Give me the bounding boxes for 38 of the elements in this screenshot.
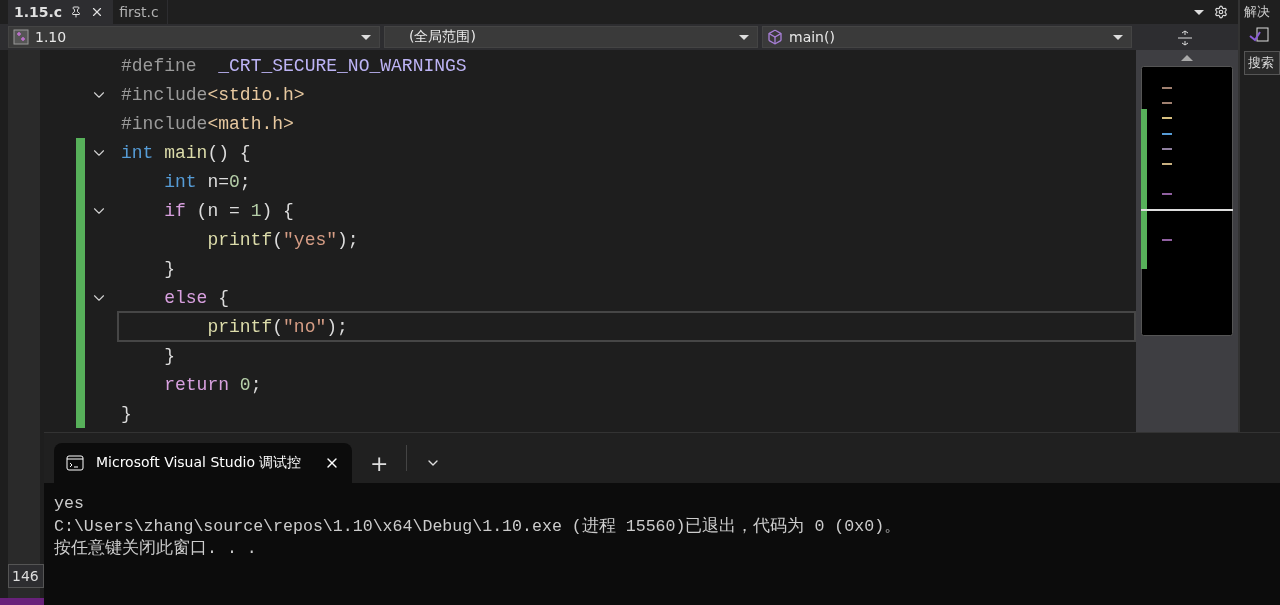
code-line: #include<math.h> [120,112,295,136]
terminal-icon [66,455,84,471]
code-line: } [120,402,133,426]
scope-dropdown[interactable]: (全局范围) [384,26,758,48]
code-line: if (n = 1) { [163,199,295,223]
cube-icon [767,29,783,45]
zoom-level[interactable]: 146 [8,564,44,588]
scroll-up-icon[interactable] [1181,54,1193,62]
minimap-drawing[interactable] [1141,66,1233,336]
caret-icon [361,34,371,40]
code-line: return 0; [163,373,263,397]
project-icon [13,29,29,45]
code-line: } [163,344,176,368]
code-line: int n=0; [163,170,252,194]
console-output-line: C:\Users\zhang\source\repos\1.10\x64\Debug\1.10.exe (进程 15560)已退出，代码为 0 (0x0)。 [54,515,903,538]
code-line: #include<stdio.h> [120,83,306,107]
solution-icon[interactable] [1248,27,1270,45]
code-line: #define _CRT_SECURE_NO_WARNINGS [120,54,468,78]
console-tab[interactable]: Microsoft Visual Studio 调试控 [54,443,352,483]
caret-icon [739,34,749,40]
code-line: } [163,257,176,281]
code-line: int main() { [120,141,252,165]
settings-icon[interactable] [1214,5,1228,19]
dropdown-caret-icon[interactable] [1194,9,1204,15]
console-output-line: yes [54,493,85,515]
search-field[interactable]: 搜索 [1244,51,1280,75]
panel-title: 解决 [1243,3,1271,21]
new-tab-button[interactable]: + [362,443,397,483]
code-line: printf("yes"); [206,228,360,252]
project-dropdown[interactable]: 1.10 [8,26,380,48]
member-dropdown[interactable]: main() [762,26,1132,48]
code-line: else { [163,286,231,310]
pin-icon[interactable] [70,6,83,18]
console-output-line: 按任意键关闭此窗口. . . [54,538,258,560]
document-tab[interactable]: 1.15.c [8,0,114,24]
split-icon[interactable] [1177,30,1193,46]
caret-icon [1113,34,1123,40]
status-bar [0,598,44,605]
